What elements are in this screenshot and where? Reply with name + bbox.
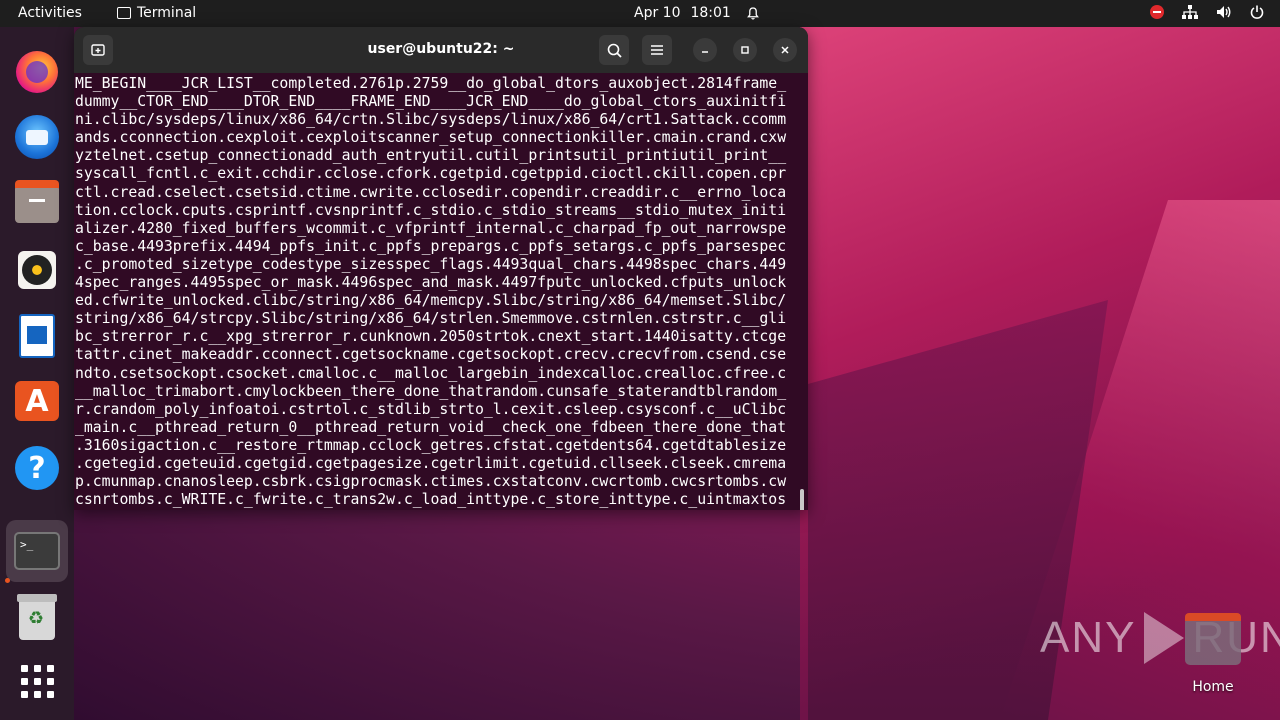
rhythmbox-icon: [18, 251, 56, 289]
terminal-icon: >_: [14, 532, 60, 570]
dock-item-terminal[interactable]: >_: [6, 520, 68, 582]
files-icon: [15, 180, 59, 223]
app-menu[interactable]: Terminal: [117, 5, 196, 21]
trash-icon: [17, 594, 57, 640]
bell-icon: [746, 6, 759, 20]
dock-item-trash[interactable]: [13, 594, 61, 643]
clock-time: 18:01: [690, 5, 731, 21]
writer-icon: [19, 314, 55, 358]
terminal-output-area[interactable]: ME_BEGIN____JCR_LIST__completed.2761p.27…: [74, 73, 808, 510]
app-menu-label: Terminal: [137, 5, 197, 21]
dock-item-help[interactable]: ?: [13, 444, 61, 492]
desktop-home-label: Home: [1192, 679, 1234, 695]
terminal-output: ME_BEGIN____JCR_LIST__completed.2761p.27…: [75, 75, 787, 509]
app-grid-icon: [20, 664, 54, 698]
power-icon: [1250, 5, 1264, 19]
home-folder-icon: [1185, 613, 1241, 665]
menu-button[interactable]: [642, 35, 672, 65]
close-button[interactable]: [773, 38, 797, 62]
running-indicator: [5, 578, 10, 583]
show-applications-button[interactable]: [13, 657, 61, 705]
volume-icon: [1217, 6, 1231, 18]
terminal-icon: [117, 7, 131, 19]
window-headerbar[interactable]: user@ubuntu22: ~: [74, 27, 808, 73]
network-icon: [1182, 5, 1198, 19]
system-tray[interactable]: [1150, 5, 1264, 19]
desktop-home-icon[interactable]: [1185, 613, 1241, 667]
search-icon: [607, 43, 622, 58]
scrollbar-thumb[interactable]: [800, 489, 804, 510]
dock-item-thunderbird[interactable]: [13, 113, 61, 161]
help-icon: ?: [15, 446, 59, 490]
dock-item-software[interactable]: A: [13, 377, 61, 425]
clock[interactable]: Apr 10 18:01: [634, 5, 759, 21]
dock-item-writer[interactable]: [13, 312, 61, 360]
maximize-button[interactable]: [733, 38, 757, 62]
do-not-disturb-icon[interactable]: [1150, 5, 1164, 19]
top-bar: Activities Terminal Apr 10 18:01: [0, 0, 1280, 27]
terminal-window[interactable]: user@ubuntu22: ~ ME_BEGIN____JCR_LIST__c…: [74, 27, 808, 510]
dock: A ? >_: [0, 27, 74, 720]
clock-date: Apr 10: [634, 5, 681, 21]
thunderbird-icon: [15, 115, 59, 159]
close-icon: [781, 46, 789, 54]
hamburger-menu-icon: [651, 45, 663, 55]
dock-item-files[interactable]: [13, 180, 61, 228]
watermark-logo: ANYRUN: [1040, 612, 1280, 664]
maximize-icon: [741, 46, 749, 54]
minimize-button[interactable]: [693, 38, 717, 62]
software-store-icon: A: [15, 381, 59, 421]
search-button[interactable]: [599, 35, 629, 65]
activities-button[interactable]: Activities: [18, 5, 82, 21]
firefox-icon: [16, 51, 58, 93]
dock-item-firefox[interactable]: [13, 48, 61, 96]
dock-item-rhythmbox[interactable]: [13, 246, 61, 294]
minimize-icon: [702, 51, 708, 53]
